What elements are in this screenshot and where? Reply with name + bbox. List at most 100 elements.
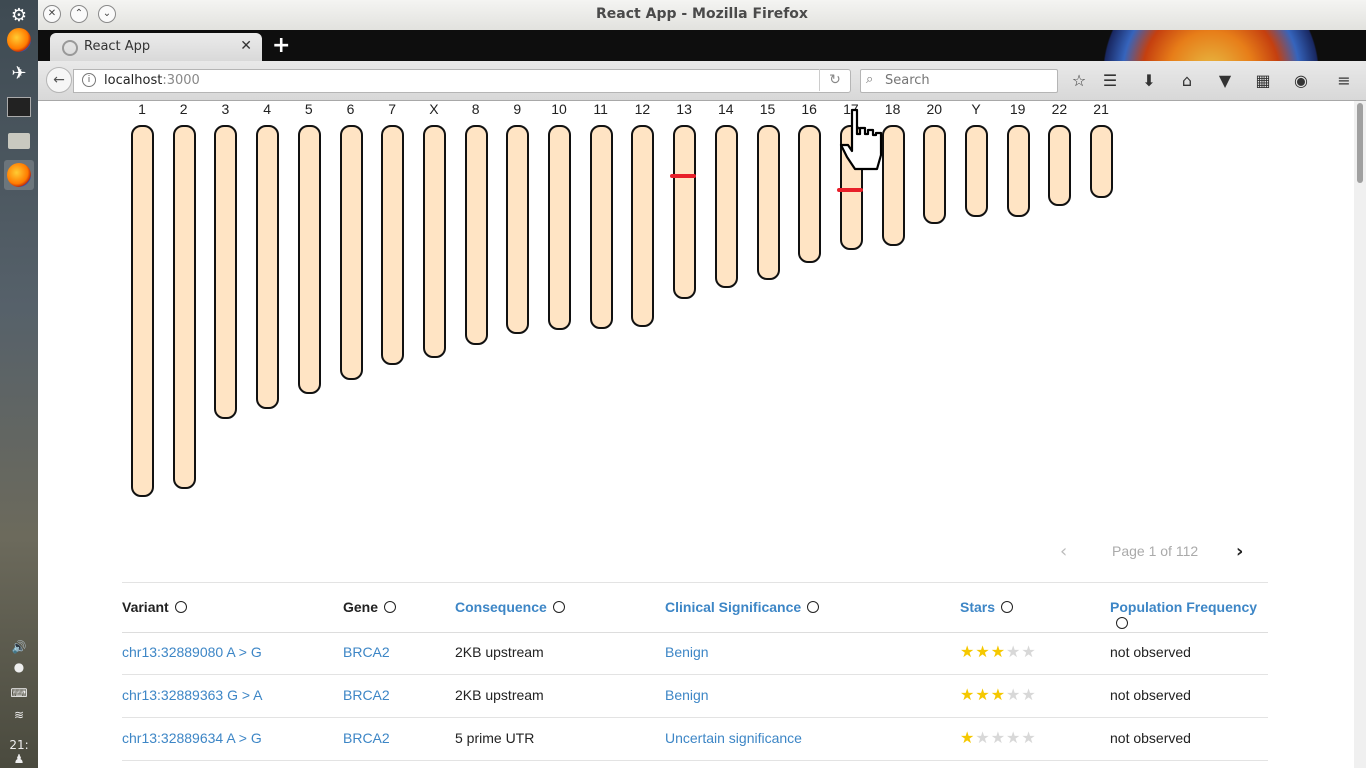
header-clinical-significance[interactable]: Clinical Significance [665, 599, 820, 615]
desktop-launcher: ⚙ ✈ 🔊 ● ⌨ ≋ 21: ♟ [0, 0, 38, 768]
files-folder-icon[interactable] [4, 126, 34, 156]
chromosome-bar[interactable] [506, 125, 530, 334]
new-tab-button[interactable]: + [272, 33, 290, 58]
sort-circle-icon[interactable] [552, 601, 565, 613]
keyboard-icon[interactable]: ⌨ [0, 686, 38, 700]
chromosome-bar[interactable] [923, 125, 947, 224]
variant-marker[interactable] [670, 174, 697, 178]
chromosome-bar[interactable] [589, 125, 613, 329]
extension-icon[interactable]: ◉ [1290, 70, 1312, 92]
chromosome-bar[interactable] [131, 125, 154, 497]
menu-hamburger-icon[interactable]: ≡ [1333, 70, 1355, 92]
chromosome-label: 10 [551, 101, 567, 117]
header-gene[interactable]: Gene [343, 599, 397, 615]
page-scrollbar[interactable] [1354, 101, 1366, 768]
scrollbar-thumb[interactable] [1357, 103, 1363, 183]
search-input[interactable] [883, 72, 1055, 89]
pagination: ‹ Page 1 of 112 › [1060, 541, 1280, 565]
star-empty-icon: ★ [1021, 642, 1037, 661]
close-tab-icon[interactable]: ✕ [240, 38, 252, 54]
chromosome-bar[interactable] [1048, 125, 1072, 206]
downloads-icon[interactable]: ⬇ [1138, 70, 1160, 92]
star-filled-icon: ★ [960, 642, 976, 661]
significance-link[interactable]: Benign [665, 687, 709, 703]
chromosome-bar[interactable] [464, 125, 488, 345]
table-row[interactable]: chr13:32889634 A > G BRCA2 5 prime UTR Unce… [122, 718, 1268, 761]
bookmark-star-icon[interactable]: ☆ [1068, 70, 1090, 92]
variant-link[interactable]: chr13:32889634 A > G [122, 730, 262, 746]
header-consequence[interactable]: Consequence [455, 599, 565, 615]
chromosome-bar[interactable] [422, 125, 446, 358]
bird-app-icon[interactable]: ✈ [4, 58, 34, 88]
chromosome-bar[interactable] [297, 125, 321, 394]
significance-link[interactable]: Benign [665, 644, 709, 660]
wifi-icon[interactable]: ≋ [0, 708, 38, 722]
clock[interactable]: 21: [0, 738, 38, 752]
header-gene-label: Gene [343, 599, 379, 615]
chromosome-bar[interactable] [214, 125, 238, 419]
next-page-icon[interactable]: › [1236, 541, 1243, 562]
terminal-icon[interactable] [4, 92, 34, 122]
sort-circle-icon[interactable] [174, 601, 187, 613]
star-empty-icon: ★ [1021, 728, 1037, 747]
url-bar[interactable]: i localhost:3000 [73, 69, 851, 93]
qr-code-icon[interactable]: ▦ [1252, 70, 1274, 92]
chromosome-bar[interactable] [798, 125, 822, 263]
chromosome-label: 3 [221, 101, 230, 117]
gene-link[interactable]: BRCA2 [343, 644, 390, 660]
chromosome-bar[interactable] [256, 125, 280, 409]
header-population-frequency[interactable]: Population Frequency [1110, 599, 1268, 631]
firefox-launcher-icon[interactable] [4, 25, 34, 55]
variant-marker[interactable] [836, 188, 863, 192]
chromosome-label: 15 [759, 101, 776, 117]
star-empty-icon: ★ [1006, 685, 1022, 704]
search-icon: ⌕ [866, 72, 874, 87]
back-button[interactable]: ← [46, 67, 72, 93]
chromosome-bar[interactable] [548, 125, 571, 330]
sort-circle-icon[interactable] [1001, 601, 1014, 613]
chromosome-label: 9 [513, 101, 522, 117]
chromosome-bar[interactable] [172, 125, 196, 489]
chromosome-bar[interactable] [381, 125, 405, 365]
chromosome-bar[interactable] [1090, 125, 1114, 198]
chromosome-label: 2 [179, 101, 188, 117]
consequence-text: 2KB upstream [455, 644, 544, 660]
home-icon[interactable]: ⌂ [1176, 70, 1198, 92]
gene-link[interactable]: BRCA2 [343, 730, 390, 746]
table-row[interactable]: chr13:32889080 A > G BRCA2 2KB upstream Ben… [122, 632, 1268, 675]
window-titlebar: ✕ ⌃ ⌄ React App - Mozilla Firefox [38, 0, 1366, 31]
variant-link[interactable]: chr13:32889080 A > G [122, 644, 262, 660]
chromosome-bar[interactable] [1006, 125, 1030, 217]
star-rating: ★★★★★ [960, 642, 1037, 661]
url-text[interactable]: localhost:3000 [104, 73, 200, 88]
star-empty-icon: ★ [990, 728, 1007, 747]
significance-link[interactable]: Uncertain significance [665, 730, 802, 746]
chromosome-bar[interactable] [339, 125, 363, 380]
search-box[interactable]: ⌕ [860, 69, 1058, 93]
previous-page-icon[interactable]: ‹ [1060, 541, 1067, 562]
chromosome-bar[interactable] [756, 125, 780, 280]
chromosome-bar[interactable] [631, 125, 655, 327]
user-icon[interactable]: ♟ [0, 752, 38, 766]
header-stars[interactable]: Stars [960, 599, 1014, 615]
chromosome-label: 12 [634, 101, 651, 117]
volume-icon[interactable]: 🔊 [0, 640, 38, 654]
pocket-icon[interactable]: ▼ [1214, 70, 1236, 92]
chromosome-bar[interactable] [714, 125, 738, 288]
tab-react-app[interactable]: React App ✕ [50, 33, 262, 61]
header-significance-label: Clinical Significance [665, 599, 802, 615]
chromosome-bar[interactable] [673, 125, 697, 299]
firefox-active-icon[interactable] [4, 160, 34, 190]
sort-circle-icon[interactable] [384, 601, 397, 613]
variant-link[interactable]: chr13:32889363 G > A [122, 687, 263, 703]
sort-circle-icon[interactable] [807, 601, 820, 613]
site-info-icon[interactable]: i [82, 73, 96, 87]
sort-circle-icon[interactable] [1116, 617, 1128, 629]
header-variant[interactable]: Variant [122, 599, 187, 615]
gene-link[interactable]: BRCA2 [343, 687, 390, 703]
reload-icon[interactable]: ↻ [819, 69, 850, 91]
chromosome-bar[interactable] [965, 125, 988, 217]
table-row[interactable]: chr13:32889363 G > A BRCA2 2KB upstream Ben… [122, 675, 1268, 718]
network-icon[interactable]: ● [0, 660, 38, 674]
reading-list-icon[interactable]: ☰ [1099, 70, 1121, 92]
